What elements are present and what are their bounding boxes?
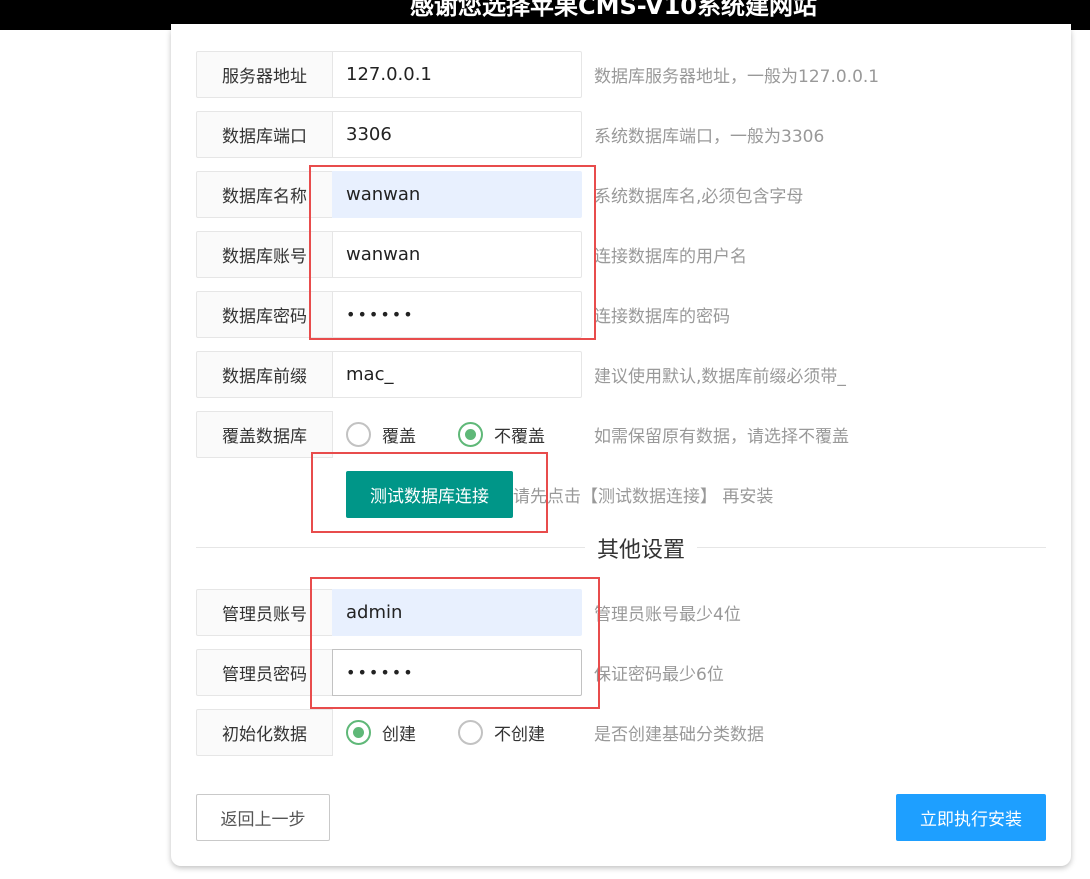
admin-password-hint: 保证密码最少6位 bbox=[594, 665, 724, 685]
radio-create[interactable]: 创建 bbox=[346, 720, 416, 745]
db-name-input[interactable]: wanwan bbox=[332, 171, 582, 218]
admin-user-label: 管理员账号 bbox=[196, 589, 333, 636]
cover-db-radio-group: 覆盖 不覆盖 bbox=[346, 411, 587, 458]
radio-unchecked-icon bbox=[458, 720, 483, 745]
form-row-db-password: 数据库密码 •••••• 连接数据库的密码 bbox=[196, 291, 1046, 338]
admin-user-input[interactable]: admin bbox=[332, 589, 582, 636]
cover-db-hint: 如需保留原有数据，请选择不覆盖 bbox=[594, 427, 849, 447]
form-row-db-user: 数据库账号 wanwan 连接数据库的用户名 bbox=[196, 231, 1046, 278]
radio-cover-label: 覆盖 bbox=[382, 427, 416, 447]
admin-user-hint: 管理员账号最少4位 bbox=[594, 605, 741, 625]
test-db-connection-button[interactable]: 测试数据库连接 bbox=[346, 471, 513, 518]
header-title: 感谢您选择苹果CMS-V10系统建网站 bbox=[410, 0, 817, 20]
radio-no-cover-label: 不覆盖 bbox=[494, 427, 545, 447]
db-prefix-hint: 建议使用默认,数据库前缀必须带_ bbox=[594, 367, 846, 387]
radio-unchecked-icon bbox=[346, 422, 371, 447]
db-port-label: 数据库端口 bbox=[196, 111, 333, 158]
radio-checked-icon bbox=[458, 422, 483, 447]
radio-no-create[interactable]: 不创建 bbox=[458, 720, 545, 745]
db-name-hint: 系统数据库名,必须包含字母 bbox=[594, 187, 804, 207]
db-prefix-label: 数据库前缀 bbox=[196, 351, 333, 398]
test-db-hint: 请先点击【测试数据连接】 再安装 bbox=[513, 487, 774, 507]
db-password-input[interactable]: •••••• bbox=[332, 291, 582, 338]
section-title-other-settings: 其他设置 bbox=[585, 531, 698, 565]
radio-cover[interactable]: 覆盖 bbox=[346, 422, 416, 447]
radio-no-cover[interactable]: 不覆盖 bbox=[458, 422, 545, 447]
init-data-label: 初始化数据 bbox=[196, 709, 333, 756]
db-user-hint: 连接数据库的用户名 bbox=[594, 247, 747, 267]
admin-password-label: 管理员密码 bbox=[196, 649, 333, 696]
admin-password-input[interactable]: •••••• bbox=[332, 649, 582, 696]
db-port-input[interactable]: 3306 bbox=[332, 111, 582, 158]
db-port-hint: 系统数据库端口，一般为3306 bbox=[594, 127, 825, 147]
db-host-hint: 数据库服务器地址，一般为127.0.0.1 bbox=[594, 67, 880, 87]
init-data-radio-group: 创建 不创建 bbox=[346, 709, 587, 756]
back-button[interactable]: 返回上一步 bbox=[196, 794, 330, 841]
form-row-db-prefix: 数据库前缀 mac_ 建议使用默认,数据库前缀必须带_ bbox=[196, 351, 1046, 398]
db-password-hint: 连接数据库的密码 bbox=[594, 307, 730, 327]
form-row-cover-db: 覆盖数据库 覆盖 不覆盖 如需保留原有数据，请选择不覆盖 bbox=[196, 411, 1046, 458]
radio-checked-icon bbox=[346, 720, 371, 745]
db-user-label: 数据库账号 bbox=[196, 231, 333, 278]
radio-no-create-label: 不创建 bbox=[494, 725, 545, 745]
form-row-db-host: 服务器地址 127.0.0.1 数据库服务器地址，一般为127.0.0.1 bbox=[196, 51, 1046, 98]
install-button[interactable]: 立即执行安装 bbox=[896, 794, 1046, 841]
form-row-db-port: 数据库端口 3306 系统数据库端口，一般为3306 bbox=[196, 111, 1046, 158]
db-host-input[interactable]: 127.0.0.1 bbox=[332, 51, 582, 98]
form-row-admin-user: 管理员账号 admin 管理员账号最少4位 bbox=[196, 589, 1046, 636]
db-prefix-input[interactable]: mac_ bbox=[332, 351, 582, 398]
init-data-hint: 是否创建基础分类数据 bbox=[594, 725, 764, 745]
cover-db-label: 覆盖数据库 bbox=[196, 411, 333, 458]
install-form-card: 服务器地址 127.0.0.1 数据库服务器地址，一般为127.0.0.1 数据… bbox=[171, 24, 1071, 866]
form-row-admin-password: 管理员密码 •••••• 保证密码最少6位 bbox=[196, 649, 1046, 696]
form-row-init-data: 初始化数据 创建 不创建 是否创建基础分类数据 bbox=[196, 709, 1046, 756]
db-host-label: 服务器地址 bbox=[196, 51, 333, 98]
radio-create-label: 创建 bbox=[382, 725, 416, 745]
db-user-input[interactable]: wanwan bbox=[332, 231, 582, 278]
db-password-label: 数据库密码 bbox=[196, 291, 333, 338]
form-row-db-name: 数据库名称 wanwan 系统数据库名,必须包含字母 bbox=[196, 171, 1046, 218]
db-name-label: 数据库名称 bbox=[196, 171, 333, 218]
